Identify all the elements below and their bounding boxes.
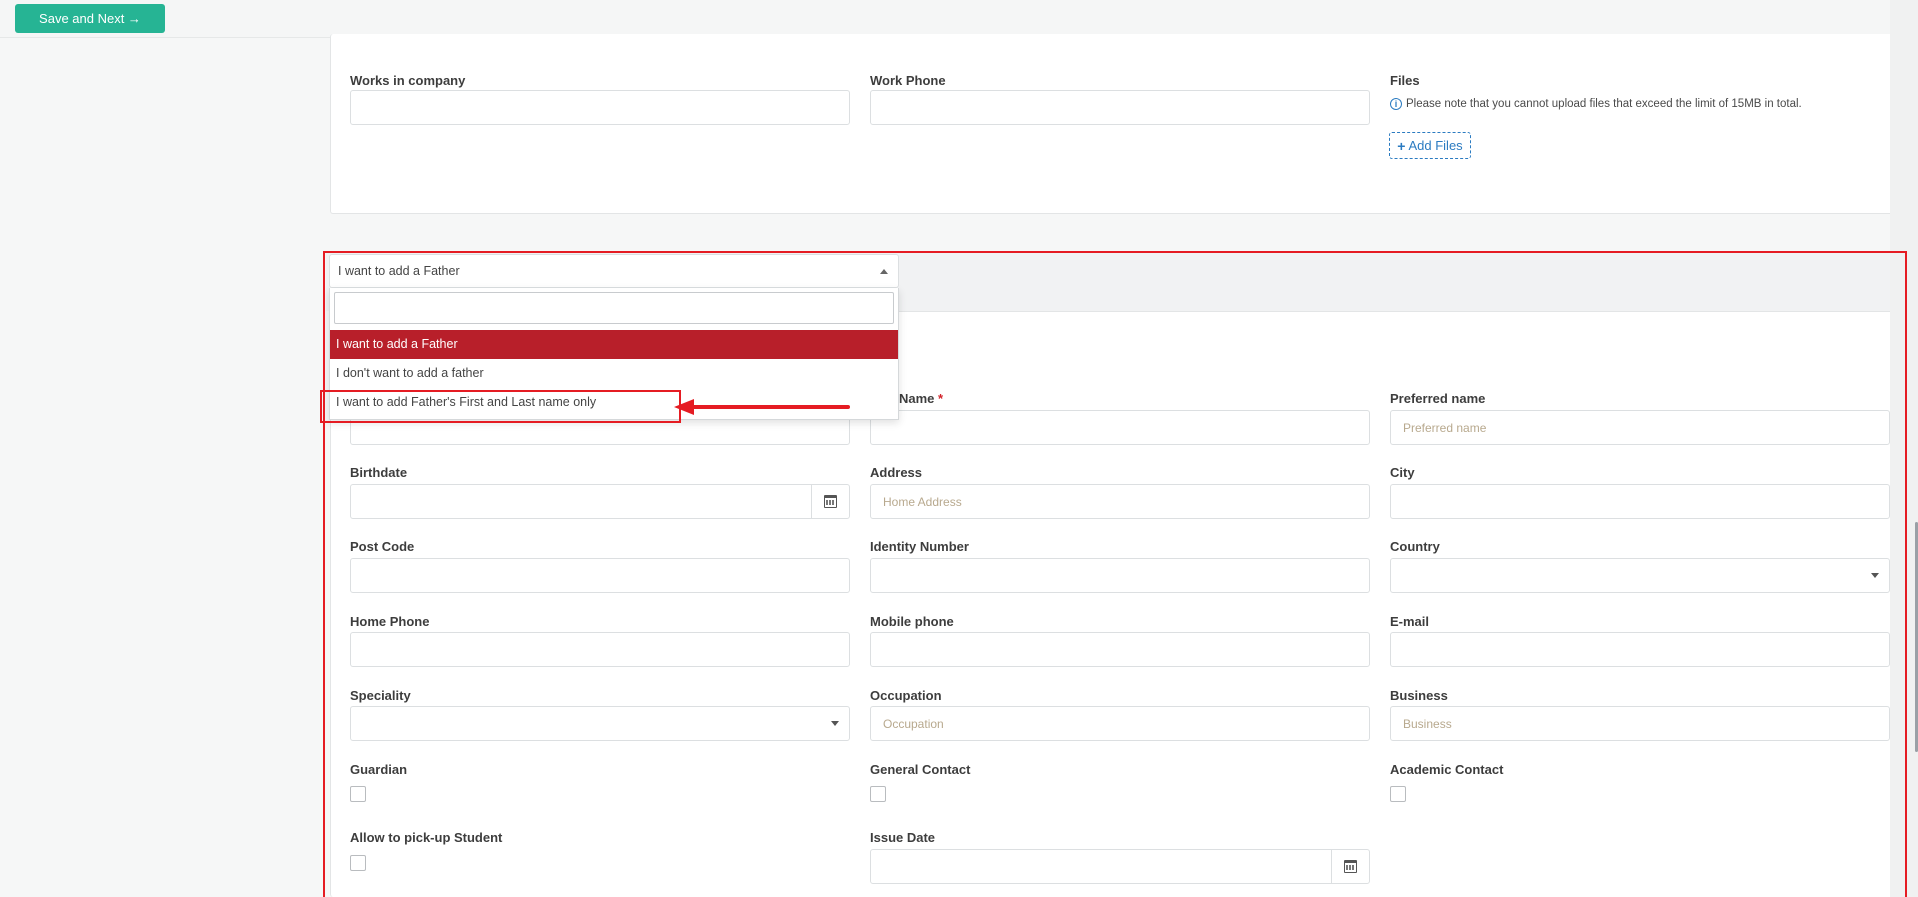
dropdown-search-input[interactable] [334,292,894,324]
occupation-input[interactable] [870,706,1370,741]
work-phone-input[interactable] [870,90,1370,125]
works-in-company-label: Works in company [350,73,466,88]
birthdate-label: Birthdate [350,465,408,480]
add-files-button[interactable]: + Add Files [1389,132,1471,159]
preferred-name-label: Preferred name [1390,391,1486,406]
city-input[interactable] [1390,484,1890,519]
chevron-down-icon [831,721,839,726]
files-note-text: Please note that you cannot upload files… [1406,98,1802,110]
option-no-father[interactable]: I don't want to add a father [330,359,898,388]
chevron-down-icon [1871,573,1879,578]
country-select[interactable] [1390,558,1890,593]
father-option-select[interactable]: I want to add a Father [329,254,899,288]
city-label: City [1390,465,1415,480]
identity-number-input[interactable] [870,558,1370,593]
chevron-up-icon [880,269,888,274]
home-phone-input[interactable] [350,632,850,667]
save-and-next-button[interactable]: Save and Next → [15,4,165,33]
info-icon: i [1390,98,1402,110]
guardian-checkbox[interactable] [350,786,366,802]
mobile-phone-label: Mobile phone [870,614,954,629]
birthdate-field[interactable] [350,484,850,519]
speciality-select[interactable] [350,706,850,741]
option-father-name-only[interactable]: I want to add Father's First and Last na… [330,388,898,417]
allow-pickup-checkbox[interactable] [350,855,366,871]
top-toolbar: Save and Next → [0,0,1918,38]
guardian-label: Guardian [350,762,408,777]
files-label: Files [1390,73,1420,88]
last-name-input[interactable] [870,410,1370,445]
address-input[interactable] [870,484,1370,519]
identity-number-label: Identity Number [870,539,969,554]
father-option-selected: I want to add a Father [338,264,460,278]
calendar-icon [824,495,837,508]
email-input[interactable] [1390,632,1890,667]
occupation-label: Occupation [870,688,942,703]
work-phone-label: Work Phone [870,73,946,88]
add-files-label: Add Files [1408,138,1463,153]
files-note: i Please note that you cannot upload fil… [1390,98,1802,110]
mobile-phone-input[interactable] [870,632,1370,667]
speciality-label: Speciality [350,688,411,703]
allow-pickup-label: Allow to pick-up Student [350,830,503,845]
business-label: Business [1390,688,1448,703]
scrollbar-track[interactable] [1890,0,1918,897]
works-in-company-input[interactable] [350,90,850,125]
plus-icon: + [1397,137,1406,154]
preferred-name-input[interactable] [1390,410,1890,445]
calendar-icon [1344,860,1357,873]
option-add-father[interactable]: I want to add a Father [330,330,898,359]
general-contact-checkbox[interactable] [870,786,886,802]
post-code-input[interactable] [350,558,850,593]
email-label: E-mail [1390,614,1430,629]
home-phone-label: Home Phone [350,614,430,629]
issue-date-label: Issue Date [870,830,936,845]
last-name-label: Name * [899,391,944,406]
academic-contact-label: Academic Contact [1390,762,1504,777]
general-contact-label: General Contact [870,762,971,777]
business-input[interactable] [1390,706,1890,741]
father-option-dropdown: I want to add a Father I don't want to a… [329,288,899,420]
address-label: Address [870,465,923,480]
post-code-label: Post Code [350,539,415,554]
birthdate-calendar-button[interactable] [811,485,849,518]
issue-date-field[interactable] [870,849,1370,884]
issue-date-calendar-button[interactable] [1331,850,1369,883]
country-label: Country [1390,539,1440,554]
academic-contact-checkbox[interactable] [1390,786,1406,802]
